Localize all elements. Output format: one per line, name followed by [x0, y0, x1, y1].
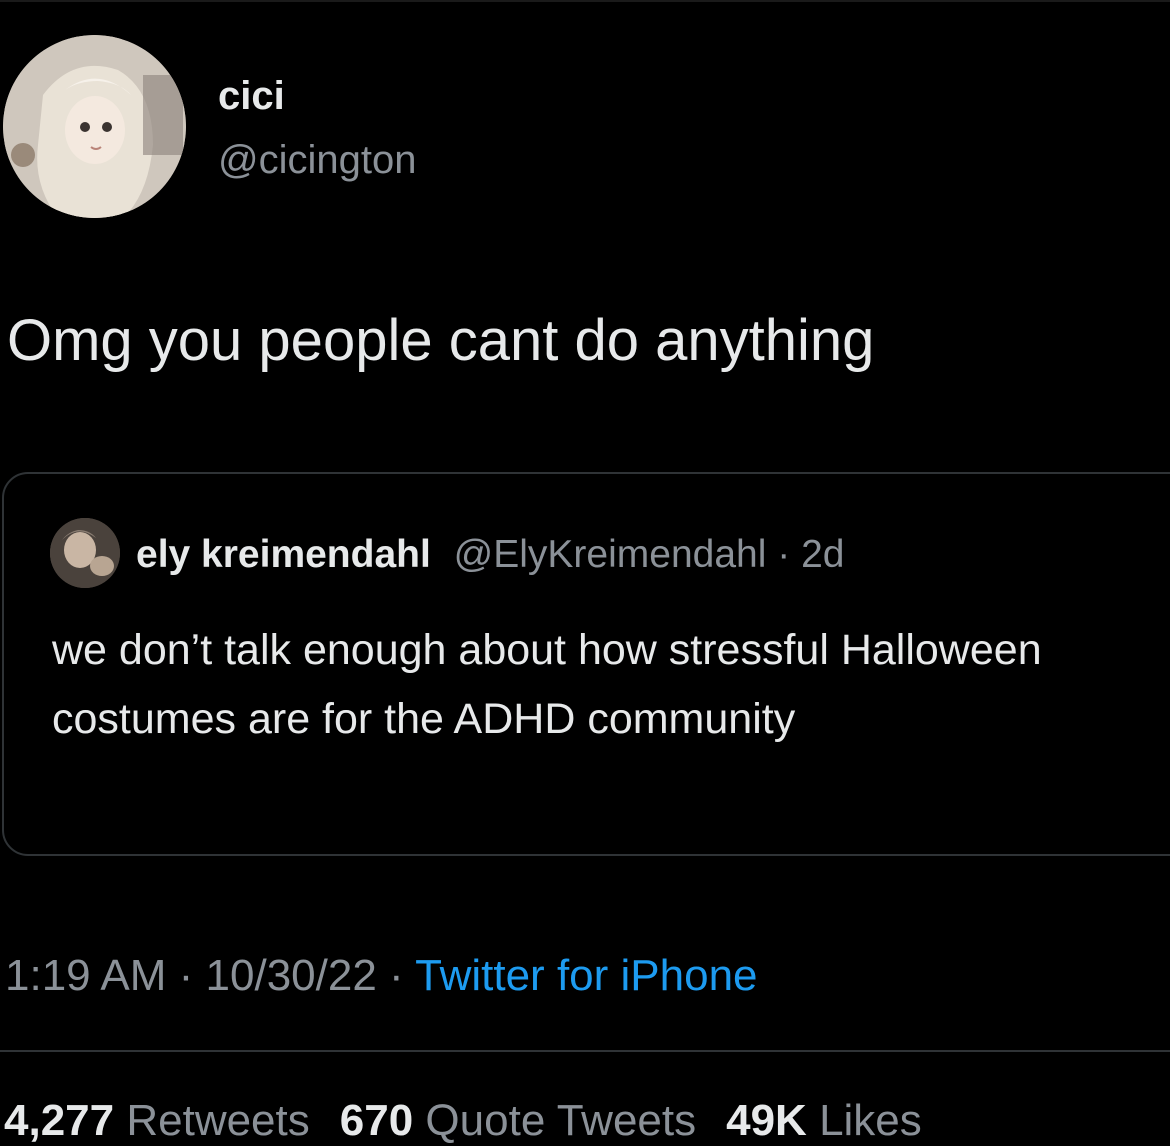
tweet-text: Omg you people cant do anything [7, 308, 875, 373]
avatar-image [3, 35, 186, 218]
meta-separator: · [166, 951, 206, 1000]
quote-tweets-label: Quote Tweets [425, 1096, 697, 1145]
tweet-meta: 1:19 AM · 10/30/22 · Twitter for iPhone [5, 951, 758, 1001]
author-avatar[interactable] [3, 35, 186, 218]
likes-count: 49K [726, 1096, 807, 1145]
quote-tweets-stat[interactable]: 670 Quote Tweets [340, 1096, 696, 1146]
likes-label: Likes [819, 1096, 922, 1145]
quoted-separator: · [766, 533, 802, 576]
retweets-count: 4,277 [4, 1096, 115, 1145]
quoted-author-name[interactable]: ely kreimendahl [136, 533, 431, 576]
likes-stat[interactable]: 49K Likes [726, 1096, 922, 1146]
quoted-tweet-text: we don’t talk enough about how stressful… [52, 626, 1042, 743]
retweets-stat[interactable]: 4,277 Retweets [4, 1096, 310, 1146]
tweet-time: 1:19 AM [5, 951, 167, 1000]
quote-tweets-count: 670 [339, 1096, 414, 1145]
tweet-date: 10/30/22 [205, 951, 377, 1000]
top-border [0, 0, 1170, 2]
retweets-label: Retweets [126, 1096, 310, 1145]
quoted-tweet-age: 2d [801, 533, 845, 576]
tweet-source-link[interactable]: Twitter for iPhone [415, 951, 757, 1000]
quoted-tweet-header: ely kreimendahl @ElyKreimendahl · 2d [136, 533, 844, 577]
quoted-avatar-image [50, 518, 120, 588]
quoted-author-avatar[interactable] [50, 518, 120, 588]
author-display-name[interactable]: cici [218, 74, 285, 119]
stats-divider [0, 1050, 1170, 1052]
tweet-stats: 4,277 Retweets 670 Quote Tweets 49K Like… [4, 1096, 952, 1146]
quoted-author-handle[interactable]: @ElyKreimendahl [454, 533, 767, 576]
author-handle[interactable]: @cicington [218, 138, 416, 183]
meta-separator: · [376, 951, 416, 1000]
